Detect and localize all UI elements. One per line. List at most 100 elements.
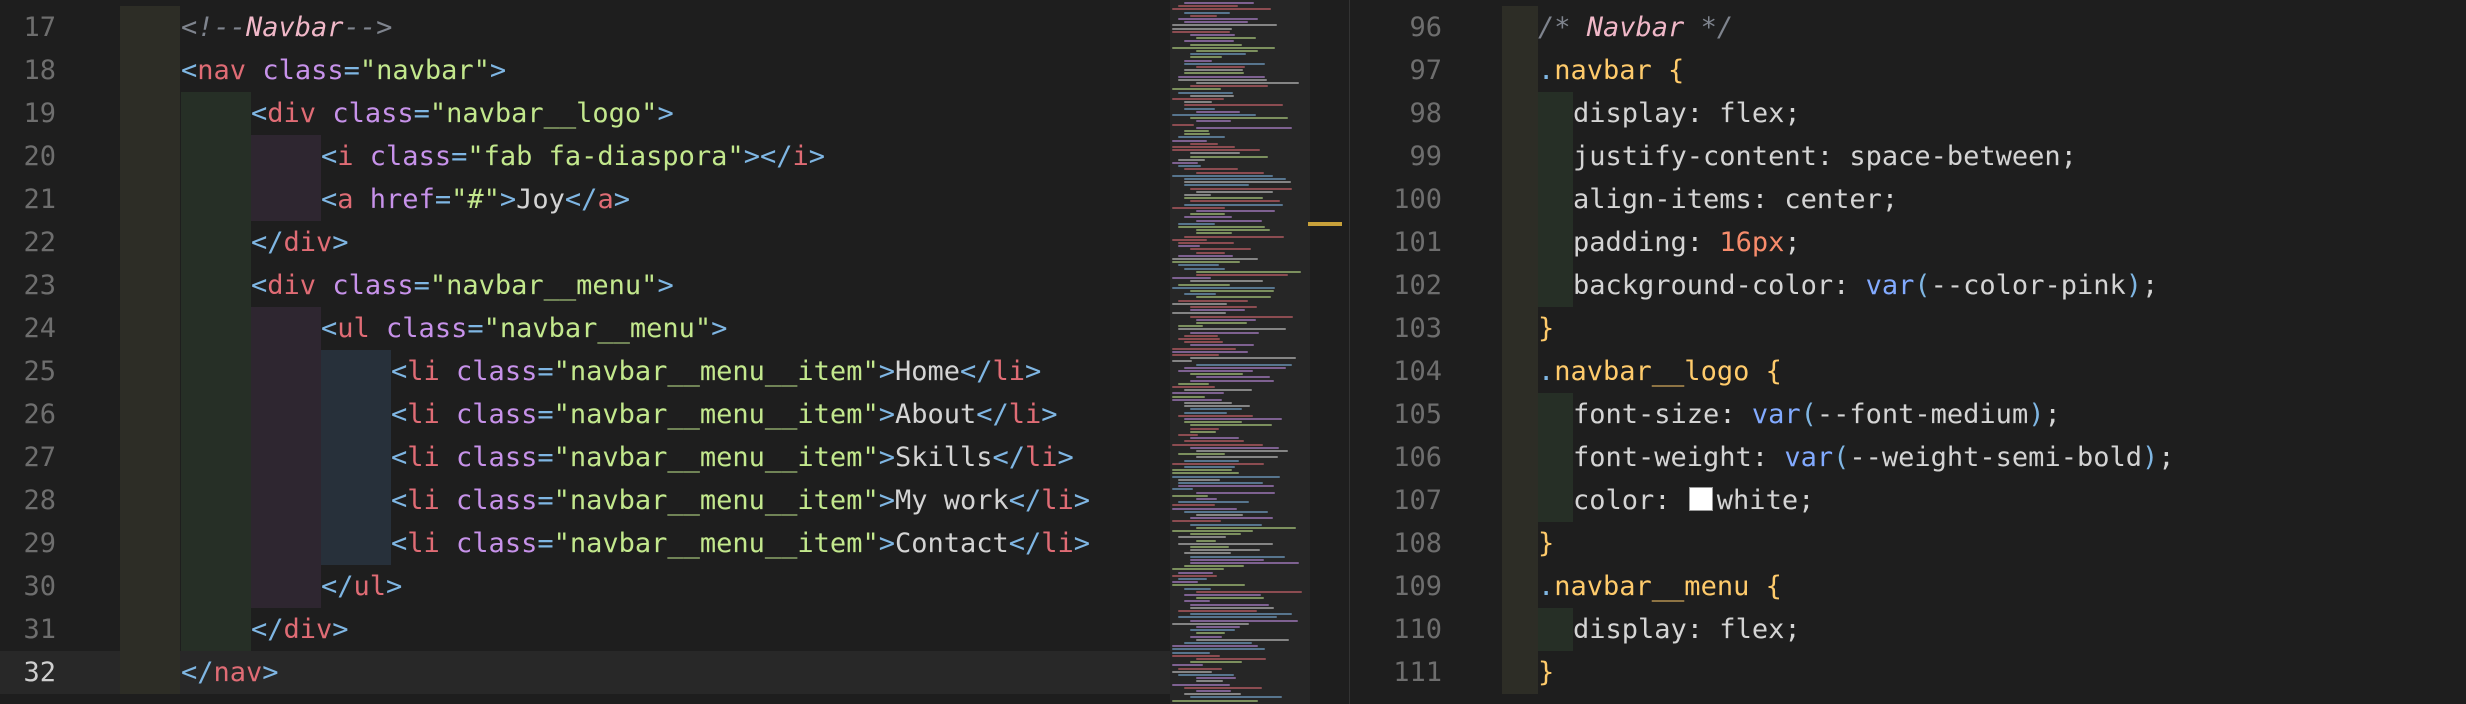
code-line[interactable]: 109 .navbar__menu { bbox=[1350, 565, 2466, 608]
code-line[interactable]: 32 </nav> bbox=[0, 651, 1170, 694]
code-text[interactable]: justify-content: space-between; bbox=[1573, 135, 2077, 178]
line-number[interactable]: 103 bbox=[1350, 307, 1442, 350]
minimap[interactable] bbox=[1170, 0, 1350, 704]
code-line[interactable]: 101 padding: 16px; bbox=[1350, 221, 2466, 264]
code-text[interactable]: } bbox=[1538, 522, 1554, 565]
line-number[interactable]: 19 bbox=[0, 92, 56, 135]
code-text[interactable]: <li class="navbar__menu__item">My work</… bbox=[391, 479, 1090, 522]
line-number[interactable]: 20 bbox=[0, 135, 56, 178]
code-text[interactable]: <!--Navbar--> bbox=[181, 6, 392, 49]
line-number[interactable]: 23 bbox=[0, 264, 56, 307]
line-number[interactable]: 107 bbox=[1350, 479, 1442, 522]
code-text[interactable]: } bbox=[1538, 651, 1554, 694]
code-line[interactable]: 100 align-items: center; bbox=[1350, 178, 2466, 221]
code-text[interactable]: <div class="navbar__logo"> bbox=[251, 92, 674, 135]
line-number[interactable]: 21 bbox=[0, 178, 56, 221]
line-number[interactable]: 111 bbox=[1350, 651, 1442, 694]
code-line[interactable]: 22 </div> bbox=[0, 221, 1170, 264]
color-swatch[interactable] bbox=[1688, 487, 1713, 511]
html-editor-pane[interactable]: 17 <!--Navbar--> 18 <nav class="navbar"> 19 <… bbox=[0, 0, 1170, 704]
code-line[interactable]: 24 <ul class="navbar__menu"> bbox=[0, 307, 1170, 350]
code-line[interactable]: 107 color: white; bbox=[1350, 479, 2466, 522]
code-text[interactable]: </div> bbox=[251, 221, 349, 264]
code-line[interactable]: 99 justify-content: space-between; bbox=[1350, 135, 2466, 178]
line-number[interactable]: 109 bbox=[1350, 565, 1442, 608]
code-text[interactable]: display: flex; bbox=[1573, 608, 1801, 651]
code-text[interactable]: display: flex; bbox=[1573, 92, 1801, 135]
code-line[interactable]: 27 <li class="navbar__menu__item">Skills<… bbox=[0, 436, 1170, 479]
line-number[interactable]: 17 bbox=[0, 6, 56, 49]
code-line[interactable]: 29 <li class="navbar__menu__item">Contact… bbox=[0, 522, 1170, 565]
line-number[interactable]: 98 bbox=[1350, 92, 1442, 135]
line-number[interactable]: 102 bbox=[1350, 264, 1442, 307]
code-line[interactable]: 103} bbox=[1350, 307, 2466, 350]
code-line[interactable]: 21 <a href="#">Joy</a> bbox=[0, 178, 1170, 221]
code-text[interactable]: </nav> bbox=[181, 651, 279, 694]
code-text[interactable]: color: white; bbox=[1573, 479, 1814, 522]
code-text[interactable]: align-items: center; bbox=[1573, 178, 1898, 221]
line-number[interactable]: 99 bbox=[1350, 135, 1442, 178]
code-line[interactable]: 30 </ul> bbox=[0, 565, 1170, 608]
code-text[interactable]: <ul class="navbar__menu"> bbox=[321, 307, 727, 350]
code-text[interactable]: <li class="navbar__menu__item">Skills</l… bbox=[391, 436, 1074, 479]
code-text[interactable]: .navbar__logo { bbox=[1538, 350, 1782, 393]
code-line[interactable]: 110 display: flex; bbox=[1350, 608, 2466, 651]
line-number[interactable]: 32 bbox=[0, 651, 56, 694]
code-text[interactable]: </div> bbox=[251, 608, 349, 651]
line-number[interactable]: 97 bbox=[1350, 49, 1442, 92]
code-line[interactable]: 25 <li class="navbar__menu__item">Home</l… bbox=[0, 350, 1170, 393]
line-number[interactable]: 29 bbox=[0, 522, 56, 565]
code-line[interactable]: 26 <li class="navbar__menu__item">About</… bbox=[0, 393, 1170, 436]
code-line[interactable]: 31 </div> bbox=[0, 608, 1170, 651]
code-line[interactable]: 108} bbox=[1350, 522, 2466, 565]
code-line[interactable]: 17 <!--Navbar--> bbox=[0, 6, 1170, 49]
code-text[interactable]: <li class="navbar__menu__item">Home</li> bbox=[391, 350, 1041, 393]
code-text[interactable]: } bbox=[1538, 307, 1554, 350]
line-number[interactable]: 25 bbox=[0, 350, 56, 393]
code-line[interactable]: 23 <div class="navbar__menu"> bbox=[0, 264, 1170, 307]
line-number[interactable]: 26 bbox=[0, 393, 56, 436]
code-text[interactable]: <nav class="navbar"> bbox=[181, 49, 506, 92]
code-text[interactable]: <li class="navbar__menu__item">About</li… bbox=[391, 393, 1058, 436]
line-number[interactable]: 31 bbox=[0, 608, 56, 651]
code-line[interactable]: 106 font-weight: var(--weight-semi-bold); bbox=[1350, 436, 2466, 479]
line-number[interactable]: 110 bbox=[1350, 608, 1442, 651]
code-line[interactable]: 96 /* Navbar */ bbox=[1350, 6, 2466, 49]
line-number[interactable]: 104 bbox=[1350, 350, 1442, 393]
line-number[interactable]: 106 bbox=[1350, 436, 1442, 479]
line-number[interactable]: 27 bbox=[0, 436, 56, 479]
code-text[interactable]: <i class="fab fa-diaspora"></i> bbox=[321, 135, 825, 178]
css-editor-pane[interactable]: 96 /* Navbar */ 97 .navbar { 98 display: flex… bbox=[1350, 0, 2466, 704]
line-number[interactable]: 100 bbox=[1350, 178, 1442, 221]
line-number[interactable]: 18 bbox=[0, 49, 56, 92]
code-line[interactable]: 20 <i class="fab fa-diaspora"></i> bbox=[0, 135, 1170, 178]
line-number[interactable]: 28 bbox=[0, 479, 56, 522]
code-text[interactable]: <li class="navbar__menu__item">Contact</… bbox=[391, 522, 1090, 565]
code-text[interactable]: background-color: var(--color-pink); bbox=[1573, 264, 2158, 307]
code-text[interactable]: .navbar__menu { bbox=[1538, 565, 1782, 608]
line-number[interactable]: 22 bbox=[0, 221, 56, 264]
code-line[interactable]: 28 <li class="navbar__menu__item">My work… bbox=[0, 479, 1170, 522]
code-text[interactable]: <div class="navbar__menu"> bbox=[251, 264, 674, 307]
code-text[interactable]: font-size: var(--font-medium); bbox=[1573, 393, 2061, 436]
code-text[interactable]: /* Navbar */ bbox=[1538, 6, 1733, 49]
line-number[interactable]: 24 bbox=[0, 307, 56, 350]
code-line[interactable]: 19 <div class="navbar__logo"> bbox=[0, 92, 1170, 135]
code-text[interactable]: <a href="#">Joy</a> bbox=[321, 178, 630, 221]
code-line[interactable]: 104 .navbar__logo { bbox=[1350, 350, 2466, 393]
line-number[interactable]: 30 bbox=[0, 565, 56, 608]
code-line[interactable]: 98 display: flex; bbox=[1350, 92, 2466, 135]
code-line[interactable]: 102 background-color: var(--color-pink); bbox=[1350, 264, 2466, 307]
line-number[interactable]: 105 bbox=[1350, 393, 1442, 436]
line-number[interactable]: 108 bbox=[1350, 522, 1442, 565]
code-text[interactable]: padding: 16px; bbox=[1573, 221, 1801, 264]
code-line[interactable]: 97 .navbar { bbox=[1350, 49, 2466, 92]
code-text[interactable]: font-weight: var(--weight-semi-bold); bbox=[1573, 436, 2175, 479]
code-line[interactable]: 18 <nav class="navbar"> bbox=[0, 49, 1170, 92]
line-number[interactable]: 96 bbox=[1350, 6, 1442, 49]
code-text[interactable]: </ul> bbox=[321, 565, 402, 608]
code-line[interactable]: 111} bbox=[1350, 651, 2466, 694]
code-line[interactable]: 105 font-size: var(--font-medium); bbox=[1350, 393, 2466, 436]
code-text[interactable]: .navbar { bbox=[1538, 49, 1684, 92]
line-number[interactable]: 101 bbox=[1350, 221, 1442, 264]
